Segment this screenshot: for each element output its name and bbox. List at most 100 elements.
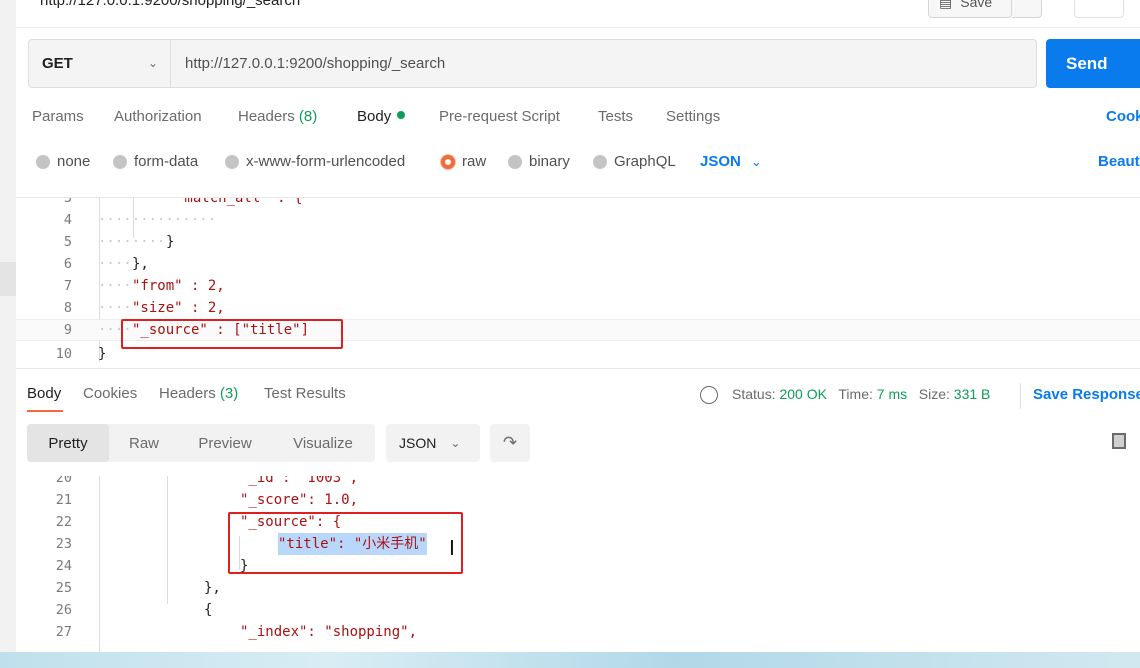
tab-headers-label: Headers (238, 108, 295, 125)
code-line: 21 "_score": 1.0, (16, 489, 1140, 511)
request-body-editor[interactable]: 3 "match_all" : { 4 ·············· 5 ···… (16, 198, 1140, 366)
radio-binary[interactable]: binary (508, 153, 570, 170)
save-response-button[interactable]: Save Response (1033, 386, 1140, 403)
postman-app: http://127.0.0.1:9200/shopping/_search ▤… (16, 0, 1140, 668)
line-number: 6 (63, 256, 72, 272)
format-visualize-button[interactable]: Visualize (271, 424, 375, 462)
code-line: 22 "_source": { (16, 511, 1140, 533)
code-text: "_index": "shopping", (240, 624, 418, 640)
line-number: 21 (55, 492, 72, 508)
tab-tests[interactable]: Tests (598, 108, 633, 125)
line-number: 7 (63, 278, 72, 294)
send-button[interactable]: Send (1046, 39, 1140, 88)
divider (1020, 383, 1021, 409)
response-language-select[interactable]: JSON ⌄ (386, 424, 480, 462)
cookies-link[interactable]: Cook (1106, 108, 1140, 125)
response-tab-test-results[interactable]: Test Results (264, 385, 346, 402)
line-number: 3 (63, 198, 72, 206)
highlight-annotation-box (121, 319, 343, 349)
code-text: } (166, 234, 175, 250)
copy-icon[interactable] (1112, 433, 1126, 449)
code-line: 7 ···· "from" : 2, (16, 275, 1140, 297)
body-language-select[interactable]: JSON ⌄ (700, 153, 762, 170)
code-line: 3 "match_all" : { (16, 198, 1140, 209)
response-tab-headers[interactable]: Headers (3) (159, 385, 238, 402)
code-text: "_score": 1.0, (240, 492, 359, 508)
code-line: 6 ···· }, (16, 253, 1140, 275)
edit-icon[interactable] (1074, 0, 1124, 18)
size-value[interactable]: 331 B (954, 386, 991, 402)
method-select[interactable]: GET ⌄ (28, 39, 171, 88)
tab-settings[interactable]: Settings (666, 108, 720, 125)
code-text: "from" : 2, (132, 278, 225, 294)
status-value[interactable]: 200 OK (779, 386, 826, 402)
time-label: Time: (838, 386, 873, 402)
format-raw-button[interactable]: Raw (109, 424, 179, 462)
code-line: 20 "_id": "1003", (16, 476, 1140, 489)
window-edge (0, 262, 16, 296)
url-input[interactable]: http://127.0.0.1:9200/shopping/_search (171, 39, 1037, 88)
beautify-link[interactable]: Beaut (1098, 153, 1140, 170)
line-number: 27 (55, 624, 72, 640)
code-line: 24 } (16, 555, 1140, 577)
tab-prerequest-script[interactable]: Pre-request Script (439, 108, 560, 125)
body-language-value: JSON (700, 153, 741, 170)
code-text: }, (204, 580, 221, 596)
radio-none[interactable]: none (36, 153, 90, 170)
line-number: 5 (63, 234, 72, 250)
response-language-value: JSON (399, 435, 437, 451)
radio-form-data-label: form-data (134, 153, 199, 170)
line-number: 8 (63, 300, 72, 316)
tab-params[interactable]: Params (32, 108, 84, 125)
tab-headers-count: (8) (298, 108, 318, 125)
format-pretty-button[interactable]: Pretty (27, 424, 109, 462)
response-tab-cookies[interactable]: Cookies (83, 385, 137, 402)
radio-graphql-label: GraphQL (614, 153, 676, 170)
line-number: 20 (55, 476, 72, 486)
line-number: 26 (55, 602, 72, 618)
response-format-group: Pretty Raw Preview Visualize (27, 424, 375, 462)
radio-none-label: none (57, 153, 91, 170)
tab-authorization[interactable]: Authorization (114, 108, 202, 125)
active-tab-indicator (27, 410, 63, 412)
radio-circle-icon (113, 154, 127, 169)
line-number: 10 (55, 346, 72, 362)
method-value: GET (42, 55, 73, 72)
modified-dot-icon (397, 111, 406, 119)
text-cursor-icon: I (449, 536, 455, 560)
response-status: Status: 200 OK Time: 7 ms Size: 331 B (732, 386, 990, 402)
whitespace-dots: ·············· (98, 212, 217, 228)
line-number: 4 (63, 212, 72, 228)
whitespace-dots: ···· (98, 278, 132, 294)
response-tab-body[interactable]: Body (27, 385, 61, 402)
chevron-down-icon: ⌄ (450, 436, 461, 450)
tab-headers[interactable]: Headers (8) (238, 108, 317, 125)
tab-body[interactable]: Body (357, 108, 406, 125)
status-label: Status: (732, 386, 776, 402)
code-text: "_id": "1003", (240, 476, 359, 486)
send-label: Send (1066, 53, 1108, 73)
save-label: Save (960, 0, 993, 10)
radio-circle-icon (593, 154, 607, 169)
radio-urlencoded[interactable]: x-www-form-urlencoded (225, 153, 405, 170)
line-number: 23 (55, 536, 72, 552)
decorative-brush-stroke (0, 652, 1140, 668)
time-value[interactable]: 7 ms (877, 386, 907, 402)
save-button[interactable]: ▤ Save (928, 0, 1012, 18)
line-number: 25 (55, 580, 72, 596)
radio-graphql[interactable]: GraphQL (593, 153, 676, 170)
radio-raw[interactable]: raw (441, 153, 486, 170)
response-body-viewer[interactable]: 20 "_id": "1003", 21 "_score": 1.0, 22 "… (16, 476, 1140, 652)
code-line: 25 }, (16, 577, 1140, 599)
whitespace-dots: ···· (98, 300, 132, 316)
save-options-button[interactable] (1012, 0, 1042, 18)
url-value: http://127.0.0.1:9200/shopping/_search (185, 55, 446, 72)
format-preview-button[interactable]: Preview (179, 424, 271, 462)
globe-icon[interactable] (700, 386, 718, 404)
code-line: 26 { (16, 599, 1140, 621)
save-icon: ▤ (939, 0, 953, 10)
code-text: { (204, 602, 213, 618)
wrap-lines-icon[interactable]: ↷ (490, 424, 530, 462)
radio-form-data[interactable]: form-data (113, 153, 198, 170)
code-line: 8 ···· "size" : 2, (16, 297, 1140, 319)
